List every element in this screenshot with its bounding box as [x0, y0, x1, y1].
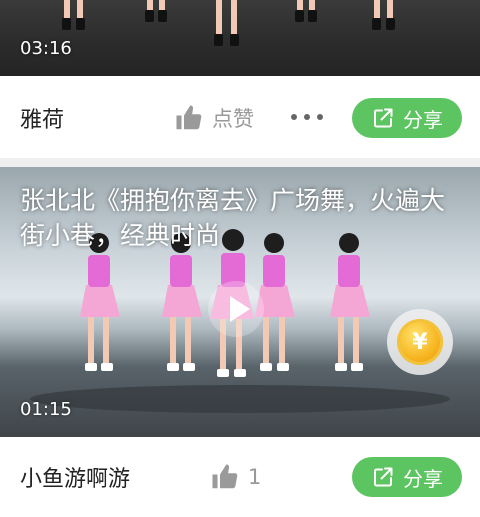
share-icon	[374, 108, 393, 128]
author-name[interactable]: 雅荷	[20, 102, 64, 134]
thumbs-up-icon	[212, 464, 238, 489]
coin-reward-button[interactable]: ¥	[387, 309, 453, 375]
share-button[interactable]: 分享	[352, 98, 462, 138]
video-thumbnail[interactable]: 03:16	[0, 0, 480, 76]
share-label: 分享	[403, 466, 443, 491]
video-info-row: 小鱼游啊游 1 分享	[0, 437, 480, 517]
video-duration: 01:15	[20, 399, 72, 420]
more-options-button[interactable]	[291, 104, 323, 130]
video-info-row: 雅荷 点赞 分享	[0, 78, 480, 158]
video-thumbnail[interactable]: 张北北《拥抱你离去》广场舞，火遍大街小巷，经典时尚 ¥ 01:15	[0, 167, 480, 437]
share-icon	[374, 467, 393, 487]
play-icon[interactable]	[208, 281, 264, 337]
like-button[interactable]: 1	[210, 457, 261, 497]
share-label: 分享	[403, 107, 443, 132]
video-title[interactable]: 张北北《拥抱你离去》广场舞，火遍大街小巷，经典时尚	[20, 183, 460, 253]
like-count: 1	[248, 465, 262, 489]
like-button[interactable]: 点赞	[174, 98, 254, 138]
author-name[interactable]: 小鱼游啊游	[20, 461, 130, 493]
dot-icon	[304, 114, 310, 120]
dot-icon	[291, 114, 297, 120]
video-duration: 03:16	[20, 38, 72, 59]
like-label: 点赞	[212, 107, 254, 131]
share-button[interactable]: 分享	[352, 457, 462, 497]
dot-icon	[317, 114, 323, 120]
yuan-coin-icon: ¥	[397, 319, 443, 365]
thumbs-up-icon	[176, 105, 202, 130]
